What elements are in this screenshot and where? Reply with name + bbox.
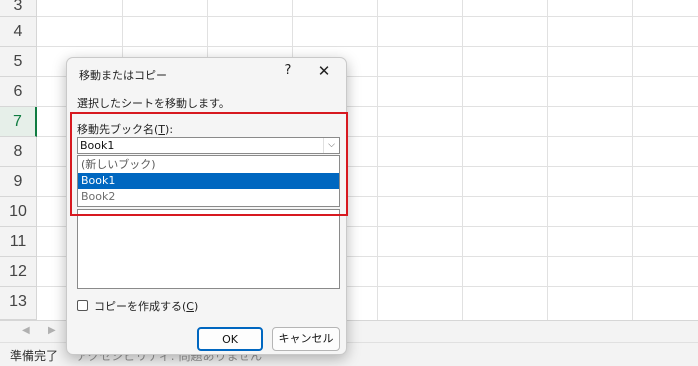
gridline (37, 16, 698, 17)
row-header-10[interactable]: 10 (0, 197, 37, 227)
row-header-9[interactable]: 9 (0, 167, 37, 197)
row-header-8[interactable]: 8 (0, 137, 37, 167)
create-copy-checkbox[interactable] (77, 300, 88, 311)
close-icon[interactable]: ✕ (313, 61, 335, 81)
row-header-12[interactable]: 12 (0, 257, 37, 287)
help-icon[interactable]: ? (278, 63, 298, 78)
dialog-title: 移動またはコピー (79, 69, 167, 82)
scroll-right-icon[interactable]: ▶ (48, 325, 56, 336)
insert-before-sheet-list[interactable] (77, 209, 340, 289)
row-header-7[interactable]: 7 (0, 107, 37, 137)
dialog-message: 選択したシートを移動します。 (77, 97, 230, 110)
dropdown-option-book1[interactable]: Book1 (78, 173, 339, 189)
scroll-left-icon[interactable]: ◀ (22, 325, 30, 336)
row-header-4[interactable]: 4 (0, 17, 37, 47)
gridline (547, 0, 548, 320)
label-text: 移動先ブック名( (77, 123, 159, 136)
row-header-11[interactable]: 11 (0, 227, 37, 257)
row-header-13[interactable]: 13 (0, 287, 37, 320)
gridline (632, 0, 633, 320)
dropdown-option-book2[interactable]: Book2 (78, 189, 339, 205)
move-or-copy-dialog: 移動またはコピー ? ✕ 選択したシートを移動します。 移動先ブック名(T): … (66, 57, 347, 355)
label-text: ): (165, 123, 174, 136)
ok-button[interactable]: OK (197, 327, 263, 351)
accelerator-key: C (186, 300, 194, 313)
status-ready: 準備完了 (10, 349, 59, 363)
gridline (377, 0, 378, 320)
destination-book-combobox[interactable]: Book1 ⌵ (77, 137, 340, 154)
row-header-5[interactable]: 5 (0, 47, 37, 77)
destination-book-dropdown: (新しいブック) Book1 Book2 (77, 155, 340, 207)
gridline (462, 0, 463, 320)
combobox-value: Book1 (80, 139, 115, 152)
chevron-down-icon[interactable]: ⌵ (323, 138, 339, 153)
create-copy-label[interactable]: コピーを作成する(C) (94, 298, 198, 314)
dropdown-option-new-book[interactable]: (新しいブック) (78, 157, 339, 173)
label-text: コピーを作成する( (94, 300, 187, 313)
row-header-6[interactable]: 6 (0, 77, 37, 107)
destination-book-label: 移動先ブック名(T): (77, 121, 173, 137)
label-text: ) (193, 300, 199, 313)
gridline (37, 46, 698, 47)
cancel-button[interactable]: キャンセル (272, 327, 340, 351)
row-header-3[interactable]: 3 (0, 0, 37, 17)
